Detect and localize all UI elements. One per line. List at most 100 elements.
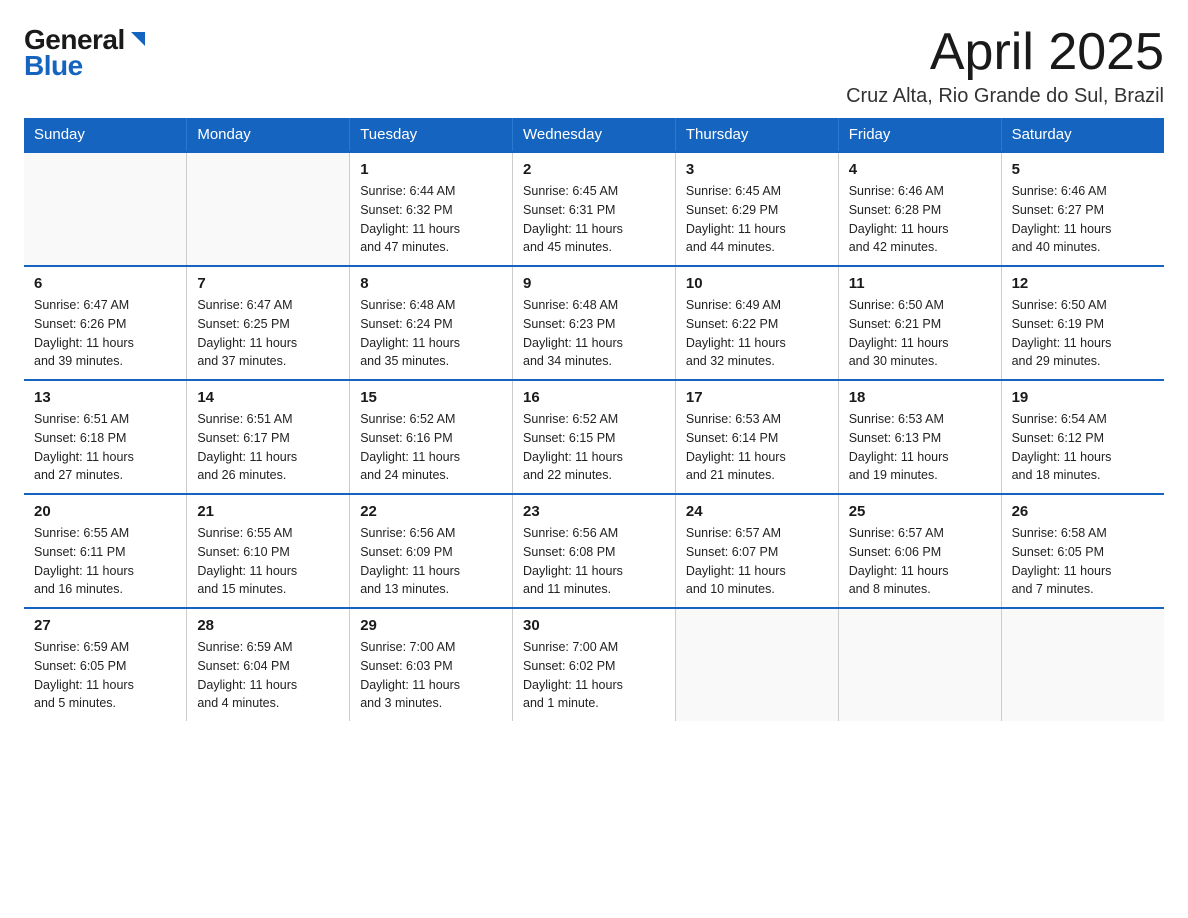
day-info: Sunrise: 6:53 AMSunset: 6:13 PMDaylight:… bbox=[849, 410, 991, 485]
day-info: Sunrise: 6:59 AMSunset: 6:05 PMDaylight:… bbox=[34, 638, 176, 713]
calendar-cell: 28 Sunrise: 6:59 AMSunset: 6:04 PMDayligh… bbox=[187, 608, 350, 721]
day-info: Sunrise: 6:50 AMSunset: 6:21 PMDaylight:… bbox=[849, 296, 991, 371]
day-number: 23 bbox=[523, 503, 665, 520]
calendar-week-5: 27 Sunrise: 6:59 AMSunset: 6:05 PMDayligh… bbox=[24, 608, 1164, 721]
weekday-header-wednesday: Wednesday bbox=[513, 118, 676, 152]
day-info: Sunrise: 6:49 AMSunset: 6:22 PMDaylight:… bbox=[686, 296, 828, 371]
calendar-cell: 3 Sunrise: 6:45 AMSunset: 6:29 PMDaylight… bbox=[675, 152, 838, 266]
day-info: Sunrise: 6:45 AMSunset: 6:29 PMDaylight:… bbox=[686, 182, 828, 257]
calendar-cell: 10 Sunrise: 6:49 AMSunset: 6:22 PMDayligh… bbox=[675, 266, 838, 380]
day-number: 5 bbox=[1012, 161, 1154, 178]
day-number: 22 bbox=[360, 503, 502, 520]
calendar-cell bbox=[675, 608, 838, 721]
calendar-week-1: 1 Sunrise: 6:44 AMSunset: 6:32 PMDaylight… bbox=[24, 152, 1164, 266]
calendar-week-4: 20Sunrise: 6:55 AMSunset: 6:11 PMDayligh… bbox=[24, 494, 1164, 608]
day-info: Sunrise: 6:52 AMSunset: 6:15 PMDaylight:… bbox=[523, 410, 665, 485]
calendar-cell: 7Sunrise: 6:47 AMSunset: 6:25 PMDaylight… bbox=[187, 266, 350, 380]
weekday-header-sunday: Sunday bbox=[24, 118, 187, 152]
day-number: 8 bbox=[360, 275, 502, 292]
day-number: 19 bbox=[1012, 389, 1154, 406]
title-block: April 2025 Cruz Alta, Rio Grande do Sul,… bbox=[846, 24, 1164, 108]
day-info: Sunrise: 6:45 AMSunset: 6:31 PMDaylight:… bbox=[523, 182, 665, 257]
day-info: Sunrise: 6:57 AMSunset: 6:06 PMDaylight:… bbox=[849, 524, 991, 599]
day-info: Sunrise: 6:51 AMSunset: 6:17 PMDaylight:… bbox=[197, 410, 339, 485]
day-number: 13 bbox=[34, 389, 176, 406]
page-title: April 2025 bbox=[846, 24, 1164, 81]
day-info: Sunrise: 6:48 AMSunset: 6:23 PMDaylight:… bbox=[523, 296, 665, 371]
calendar-cell: 21 Sunrise: 6:55 AMSunset: 6:10 PMDayligh… bbox=[187, 494, 350, 608]
day-number: 28 bbox=[197, 617, 339, 634]
weekday-header-tuesday: Tuesday bbox=[350, 118, 513, 152]
day-number: 16 bbox=[523, 389, 665, 406]
logo-triangle-icon bbox=[127, 28, 149, 50]
day-number: 18 bbox=[849, 389, 991, 406]
calendar-cell: 27 Sunrise: 6:59 AMSunset: 6:05 PMDayligh… bbox=[24, 608, 187, 721]
day-number: 6 bbox=[34, 275, 176, 292]
weekday-header-monday: Monday bbox=[187, 118, 350, 152]
day-number: 3 bbox=[686, 161, 828, 178]
logo: General Blue bbox=[24, 24, 149, 82]
calendar-cell: 30 Sunrise: 7:00 AMSunset: 6:02 PMDayligh… bbox=[513, 608, 676, 721]
calendar-cell: 23 Sunrise: 6:56 AMSunset: 6:08 PMDayligh… bbox=[513, 494, 676, 608]
calendar-cell: 6 Sunrise: 6:47 AMSunset: 6:26 PMDaylight… bbox=[24, 266, 187, 380]
day-number: 25 bbox=[849, 503, 991, 520]
day-info: Sunrise: 6:44 AMSunset: 6:32 PMDaylight:… bbox=[360, 182, 502, 257]
day-number: 20 bbox=[34, 503, 176, 520]
day-number: 29 bbox=[360, 617, 502, 634]
calendar-cell: 4 Sunrise: 6:46 AMSunset: 6:28 PMDaylight… bbox=[838, 152, 1001, 266]
day-info: Sunrise: 6:52 AMSunset: 6:16 PMDaylight:… bbox=[360, 410, 502, 485]
day-number: 15 bbox=[360, 389, 502, 406]
day-info: Sunrise: 7:00 AMSunset: 6:03 PMDaylight:… bbox=[360, 638, 502, 713]
calendar-cell: 9 Sunrise: 6:48 AMSunset: 6:23 PMDaylight… bbox=[513, 266, 676, 380]
calendar-cell: 18 Sunrise: 6:53 AMSunset: 6:13 PMDayligh… bbox=[838, 380, 1001, 494]
day-info: Sunrise: 6:46 AMSunset: 6:27 PMDaylight:… bbox=[1012, 182, 1154, 257]
day-number: 14 bbox=[197, 389, 339, 406]
day-number: 9 bbox=[523, 275, 665, 292]
calendar-cell: 1 Sunrise: 6:44 AMSunset: 6:32 PMDaylight… bbox=[350, 152, 513, 266]
calendar-cell bbox=[187, 152, 350, 266]
day-number: 21 bbox=[197, 503, 339, 520]
calendar-cell: 26Sunrise: 6:58 AMSunset: 6:05 PMDayligh… bbox=[1001, 494, 1164, 608]
calendar-cell: 12Sunrise: 6:50 AMSunset: 6:19 PMDayligh… bbox=[1001, 266, 1164, 380]
day-info: Sunrise: 7:00 AMSunset: 6:02 PMDaylight:… bbox=[523, 638, 665, 713]
calendar-header: SundayMondayTuesdayWednesdayThursdayFrid… bbox=[24, 118, 1164, 152]
calendar-cell: 13Sunrise: 6:51 AMSunset: 6:18 PMDayligh… bbox=[24, 380, 187, 494]
day-info: Sunrise: 6:50 AMSunset: 6:19 PMDaylight:… bbox=[1012, 296, 1154, 371]
calendar-week-3: 13Sunrise: 6:51 AMSunset: 6:18 PMDayligh… bbox=[24, 380, 1164, 494]
weekday-header-friday: Friday bbox=[838, 118, 1001, 152]
day-number: 24 bbox=[686, 503, 828, 520]
day-info: Sunrise: 6:59 AMSunset: 6:04 PMDaylight:… bbox=[197, 638, 339, 713]
calendar-cell: 2Sunrise: 6:45 AMSunset: 6:31 PMDaylight… bbox=[513, 152, 676, 266]
day-number: 27 bbox=[34, 617, 176, 634]
calendar-cell bbox=[1001, 608, 1164, 721]
day-info: Sunrise: 6:56 AMSunset: 6:08 PMDaylight:… bbox=[523, 524, 665, 599]
calendar-cell: 14 Sunrise: 6:51 AMSunset: 6:17 PMDayligh… bbox=[187, 380, 350, 494]
day-info: Sunrise: 6:47 AMSunset: 6:26 PMDaylight:… bbox=[34, 296, 176, 371]
calendar-cell: 11Sunrise: 6:50 AMSunset: 6:21 PMDayligh… bbox=[838, 266, 1001, 380]
weekday-header-thursday: Thursday bbox=[675, 118, 838, 152]
day-info: Sunrise: 6:53 AMSunset: 6:14 PMDaylight:… bbox=[686, 410, 828, 485]
page-header: General Blue April 2025 Cruz Alta, Rio G… bbox=[24, 24, 1164, 108]
day-number: 10 bbox=[686, 275, 828, 292]
calendar-cell bbox=[24, 152, 187, 266]
day-number: 4 bbox=[849, 161, 991, 178]
calendar-cell: 17 Sunrise: 6:53 AMSunset: 6:14 PMDayligh… bbox=[675, 380, 838, 494]
day-number: 17 bbox=[686, 389, 828, 406]
day-info: Sunrise: 6:55 AMSunset: 6:10 PMDaylight:… bbox=[197, 524, 339, 599]
calendar-cell: 29 Sunrise: 7:00 AMSunset: 6:03 PMDayligh… bbox=[350, 608, 513, 721]
day-number: 26 bbox=[1012, 503, 1154, 520]
day-info: Sunrise: 6:48 AMSunset: 6:24 PMDaylight:… bbox=[360, 296, 502, 371]
day-number: 7 bbox=[197, 275, 339, 292]
calendar-week-2: 6 Sunrise: 6:47 AMSunset: 6:26 PMDaylight… bbox=[24, 266, 1164, 380]
day-number: 1 bbox=[360, 161, 502, 178]
day-info: Sunrise: 6:46 AMSunset: 6:28 PMDaylight:… bbox=[849, 182, 991, 257]
calendar-cell: 15 Sunrise: 6:52 AMSunset: 6:16 PMDayligh… bbox=[350, 380, 513, 494]
calendar-cell bbox=[838, 608, 1001, 721]
calendar-cell: 25 Sunrise: 6:57 AMSunset: 6:06 PMDayligh… bbox=[838, 494, 1001, 608]
calendar-cell: 20Sunrise: 6:55 AMSunset: 6:11 PMDayligh… bbox=[24, 494, 187, 608]
day-number: 30 bbox=[523, 617, 665, 634]
subtitle: Cruz Alta, Rio Grande do Sul, Brazil bbox=[846, 85, 1164, 108]
day-info: Sunrise: 6:57 AMSunset: 6:07 PMDaylight:… bbox=[686, 524, 828, 599]
calendar-cell: 8 Sunrise: 6:48 AMSunset: 6:24 PMDaylight… bbox=[350, 266, 513, 380]
calendar-cell: 5 Sunrise: 6:46 AMSunset: 6:27 PMDaylight… bbox=[1001, 152, 1164, 266]
